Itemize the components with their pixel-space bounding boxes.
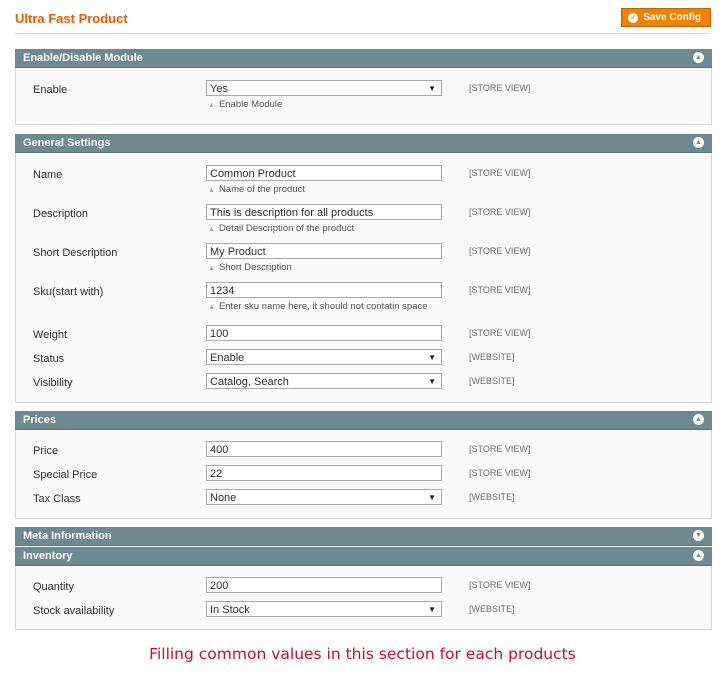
section-header-enable-disable[interactable]: Enable/Disable Module ▲ (15, 49, 712, 68)
status-select[interactable]: Enable ▼ (206, 349, 442, 365)
section-inventory: Inventory ▲ Quantity 200 [STORE VIEW] St… (15, 547, 712, 630)
section-header-prices[interactable]: Prices ▲ (15, 411, 712, 430)
section-enable-disable: Enable/Disable Module ▲ Enable Yes ▼ ▲ En… (15, 49, 712, 125)
field-label: Status (33, 353, 65, 365)
note-triangle-icon: ▲ (208, 226, 215, 233)
select-value: In Stock (210, 604, 250, 616)
field-note: ▲ Short Description (208, 262, 292, 273)
price-input[interactable]: 400 (206, 441, 442, 457)
scope-label: [WEBSITE] (469, 352, 515, 362)
enable-select[interactable]: Yes ▼ (206, 80, 442, 96)
scope-label: [STORE VIEW] (469, 580, 531, 590)
short-description-input[interactable]: My Product (206, 243, 442, 259)
page-title: Ultra Fast Product (15, 11, 128, 26)
scope-label: [WEBSITE] (469, 604, 515, 614)
select-value: Catalog, Search (210, 376, 289, 388)
name-input[interactable]: Common Product (206, 165, 442, 181)
scope-label: [STORE VIEW] (469, 168, 531, 178)
dropdown-arrow-icon: ▼ (428, 493, 436, 502)
field-label: Special Price (33, 469, 98, 481)
field-label: Weight (33, 329, 68, 341)
quantity-input[interactable]: 200 (206, 577, 442, 593)
note-triangle-icon: ▲ (208, 304, 215, 311)
note-triangle-icon: ▲ (208, 187, 215, 194)
field-label: Description (33, 208, 89, 220)
scope-label: [STORE VIEW] (469, 246, 531, 256)
scope-label: [STORE VIEW] (469, 444, 531, 454)
scope-label: [STORE VIEW] (469, 328, 531, 338)
select-value: Enable (210, 352, 245, 364)
section-title: Inventory (23, 550, 73, 562)
description-input[interactable]: This is description for all products (206, 204, 442, 220)
special-price-input[interactable]: 22 (206, 465, 442, 481)
caption-text: Filling common values in this section fo… (149, 645, 576, 663)
save-config-label: Save Config (643, 12, 701, 23)
select-value: None (210, 492, 237, 504)
weight-input[interactable]: 100 (206, 325, 442, 341)
section-prices: Prices ▲ Price 400 [STORE VIEW] Special … (15, 411, 712, 519)
field-label: Sku(start with) (33, 286, 104, 298)
dropdown-arrow-icon: ▼ (428, 377, 436, 386)
collapse-up-icon[interactable]: ▲ (693, 137, 704, 148)
dropdown-arrow-icon: ▼ (428, 84, 436, 93)
stock-availability-select[interactable]: In Stock ▼ (206, 601, 442, 617)
field-label: Tax Class (33, 493, 81, 505)
scope-label: [STORE VIEW] (469, 285, 531, 295)
section-title: Meta Information (23, 530, 112, 542)
sku-input[interactable]: 1234 (206, 282, 442, 298)
title-divider (15, 33, 711, 34)
note-triangle-icon: ▲ (208, 265, 215, 272)
field-label: Stock availability (33, 605, 115, 617)
section-header-general-settings[interactable]: General Settings ▲ (15, 134, 712, 153)
tax-class-select[interactable]: None ▼ (206, 489, 442, 505)
dropdown-arrow-icon: ▼ (428, 353, 436, 362)
note-triangle-icon: ▲ (208, 102, 215, 109)
select-value: Yes (210, 83, 228, 95)
section-meta-information: Meta Information ▼ (15, 527, 712, 546)
collapse-up-icon[interactable]: ▲ (693, 52, 704, 63)
field-note: ▲ Enable Module (208, 99, 283, 110)
field-note: ▲ Detail Description of the product (208, 223, 355, 234)
scope-label: [WEBSITE] (469, 376, 515, 386)
section-title: Prices (23, 414, 57, 426)
field-label: Quantity (33, 581, 74, 593)
scope-label: [STORE VIEW] (469, 468, 531, 478)
field-note: ▲ Enter sku name here, it should not cont… (208, 301, 428, 312)
section-header-inventory[interactable]: Inventory ▲ (15, 547, 712, 566)
collapse-up-icon[interactable]: ▲ (693, 414, 704, 425)
field-label: Price (33, 445, 59, 457)
scope-label: [STORE VIEW] (469, 207, 531, 217)
save-config-button[interactable]: ✓ Save Config (621, 8, 711, 27)
field-label: Name (33, 169, 63, 181)
field-note: ▲ Name of the product (208, 184, 306, 195)
scope-label: [STORE VIEW] (469, 83, 531, 93)
collapse-up-icon[interactable]: ▲ (693, 550, 704, 561)
dropdown-arrow-icon: ▼ (428, 605, 436, 614)
expand-down-icon[interactable]: ▼ (693, 530, 704, 541)
section-header-meta-information[interactable]: Meta Information ▼ (15, 527, 712, 546)
section-general-settings: General Settings ▲ Name Common Product ▲… (15, 134, 712, 403)
field-label: Short Description (33, 247, 118, 259)
field-label: Enable (33, 84, 68, 96)
scope-label: [WEBSITE] (469, 492, 515, 502)
check-circle-icon: ✓ (628, 12, 639, 23)
field-label: Visibility (33, 377, 73, 389)
section-title: Enable/Disable Module (23, 52, 143, 64)
visibility-select[interactable]: Catalog, Search ▼ (206, 373, 442, 389)
section-title: General Settings (23, 137, 111, 149)
